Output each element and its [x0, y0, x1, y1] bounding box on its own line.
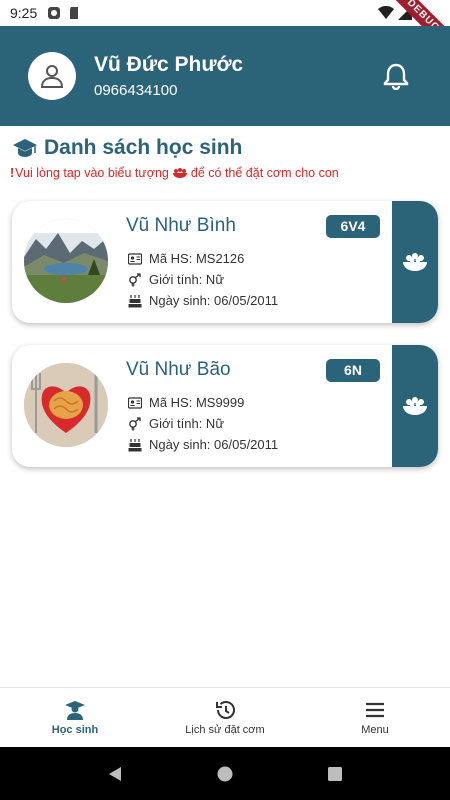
- student-birthday: Ngày sinh: 06/05/2011: [149, 293, 279, 308]
- order-rice-button[interactable]: [392, 201, 438, 323]
- sd-card-icon: [70, 7, 79, 19]
- wifi-icon: [378, 6, 394, 19]
- user-phone: 0966434100: [94, 82, 178, 99]
- hint-exclamation: !: [10, 166, 15, 180]
- food-photo: [24, 363, 108, 447]
- page-title: Danh sách học sinh: [12, 136, 242, 160]
- rice-bowl-icon: [172, 168, 187, 178]
- student-birthday: Ngày sinh: 06/05/2011: [149, 437, 279, 452]
- rice-bowl-icon: [403, 397, 427, 415]
- history-icon: [216, 700, 235, 719]
- student-gender: Giới tính: Nữ: [149, 416, 225, 431]
- graduation-cap-icon: [13, 139, 37, 157]
- home-icon[interactable]: [217, 766, 233, 782]
- user-name: Vũ Đức Phước: [94, 53, 244, 76]
- back-icon[interactable]: [107, 766, 123, 782]
- student-graduate-icon: [65, 700, 85, 720]
- avatar[interactable]: [28, 52, 76, 100]
- student-gender: Giới tính: Nữ: [149, 272, 225, 287]
- student-id: Mã HS: MS2126: [149, 251, 245, 266]
- birthday-cake-icon: [128, 438, 142, 451]
- menu-icon: [366, 702, 384, 717]
- notification-icon: [48, 7, 61, 19]
- student-id: Mã HS: MS9999: [149, 395, 245, 410]
- nav-label: Menu: [361, 723, 389, 736]
- user-info: Vũ Đức Phước 0966434100: [94, 53, 243, 99]
- student-photo: [24, 219, 108, 303]
- student-photo: [24, 363, 108, 447]
- user-icon: [40, 65, 64, 88]
- page-title-text: Danh sách học sinh: [44, 136, 243, 159]
- app-header: Vũ Đức Phước 0966434100: [0, 26, 450, 126]
- nav-label: Học sinh: [51, 723, 99, 736]
- student-name: Vũ Như Bình: [126, 215, 236, 236]
- student-card[interactable]: Vũ Như Bão 6N Mã HS: MS9999 Giới tính: N…: [12, 345, 438, 467]
- nav-label: Lịch sử đặt cơm: [185, 723, 265, 736]
- status-time: 9:25: [10, 5, 38, 21]
- nav-tab-order-history[interactable]: Lịch sử đặt cơm: [150, 688, 300, 747]
- student-id-row: Mã HS: MS9999: [128, 395, 244, 410]
- id-card-icon: [128, 396, 142, 409]
- class-badge: 6V4: [326, 215, 380, 238]
- student-card[interactable]: Vũ Như Bình 6V4 Mã HS: MS2126 Giới tính:…: [12, 201, 438, 323]
- bell-icon[interactable]: [382, 62, 410, 90]
- student-id-row: Mã HS: MS2126: [128, 251, 244, 266]
- hint-text-before: Vui lòng tap vào biểu tượng: [15, 166, 169, 180]
- student-name: Vũ Như Bão: [126, 359, 231, 380]
- nav-tab-menu[interactable]: Menu: [300, 688, 450, 747]
- gender-icon: [129, 272, 141, 286]
- hint-text-after: để có thể đặt cơm cho con: [190, 166, 339, 180]
- class-badge: 6N: [326, 359, 380, 382]
- gender-icon: [129, 416, 141, 430]
- bottom-navigation: Học sinh Lịch sử đặt cơm Menu: [0, 687, 450, 747]
- birthday-row: Ngày sinh: 06/05/2011: [128, 437, 278, 452]
- birthday-row: Ngày sinh: 06/05/2011: [128, 293, 278, 308]
- birthday-cake-icon: [128, 294, 142, 307]
- gender-row: Giới tính: Nữ: [128, 416, 224, 431]
- status-bar: 9:25 DEBUG: [0, 0, 450, 61]
- nav-tab-students[interactable]: Học sinh: [0, 688, 150, 747]
- recents-icon[interactable]: [327, 766, 343, 782]
- rice-bowl-icon: [403, 253, 427, 271]
- system-navigation-bar: [0, 747, 450, 800]
- id-card-icon: [128, 252, 142, 265]
- landscape-photo: [24, 219, 108, 303]
- gender-row: Giới tính: Nữ: [128, 272, 224, 287]
- order-rice-button[interactable]: [392, 345, 438, 467]
- order-hint: ! Vui lòng tap vào biểu tượng để có thể …: [10, 166, 339, 180]
